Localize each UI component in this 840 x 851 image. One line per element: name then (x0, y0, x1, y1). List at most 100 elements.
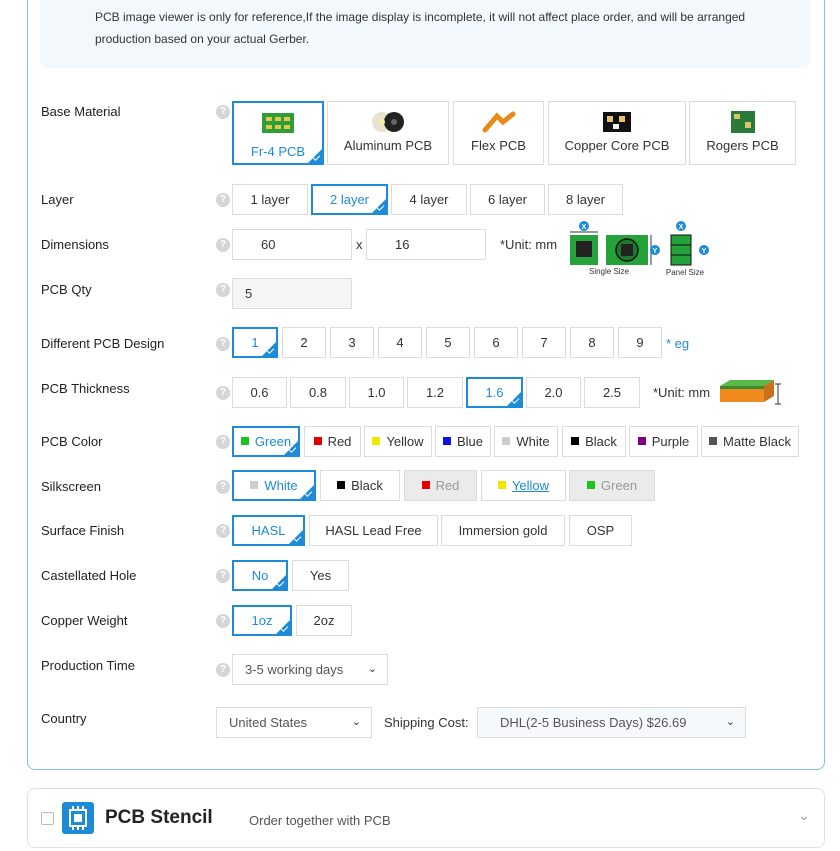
stencil-checkbox[interactable] (41, 812, 54, 825)
thickness-option-1-0[interactable]: 1.0 (349, 377, 404, 408)
castellated-option-yes[interactable]: Yes (292, 560, 349, 591)
layer-option-1[interactable]: 1 layer (232, 184, 308, 215)
color-option-purple[interactable]: Purple (629, 426, 698, 457)
dimension-width-input[interactable]: 60 (232, 229, 352, 260)
color-name: Purple (651, 434, 690, 449)
thickness-option-2-0[interactable]: 2.0 (526, 377, 581, 408)
pcb-qty-input[interactable]: 5 (232, 278, 352, 309)
material-flex-option[interactable]: Flex PCB (453, 101, 544, 165)
thickness-option-1-6[interactable]: 1.6 (466, 377, 523, 408)
different-design-help-icon[interactable]: ? (216, 337, 230, 351)
copper-option-1oz[interactable]: 1oz (232, 605, 292, 636)
blue-swatch (442, 437, 451, 445)
silkscreen-help-icon[interactable]: ? (216, 480, 230, 494)
design-example-link[interactable]: * eg (666, 336, 689, 351)
design-option-3[interactable]: 3 (330, 327, 374, 358)
panel-axis-x-marker: X (679, 224, 684, 231)
green-swatch (586, 481, 595, 489)
finish-option-immersion-gold[interactable]: Immersion gold (441, 515, 565, 546)
material-label: Flex PCB (471, 138, 526, 153)
design-option-5[interactable]: 5 (426, 327, 470, 358)
material-label: Copper Core PCB (564, 138, 670, 153)
notice-line-1: PCB image viewer is only for reference,I… (95, 10, 746, 24)
design-option-6[interactable]: 6 (474, 327, 518, 358)
color-option-yellow[interactable]: Yellow (364, 426, 432, 457)
silkscreen-name: Red (435, 478, 460, 493)
color-option-blue[interactable]: Blue (435, 426, 491, 457)
production-time-value: 3-5 working days (245, 662, 344, 677)
material-fr4-option[interactable]: Fr-4 PCB (232, 101, 324, 165)
stencil-icon (62, 802, 94, 834)
color-option-white[interactable]: White (494, 426, 558, 457)
layer-option-8[interactable]: 8 layer (548, 184, 623, 215)
silkscreen-option-green[interactable]: Green (569, 470, 655, 501)
copper-option-2oz[interactable]: 2oz (296, 605, 352, 636)
thickness-option-1-2[interactable]: 1.2 (407, 377, 463, 408)
thickness-option-0-8[interactable]: 0.8 (290, 377, 346, 408)
color-name: Black (585, 434, 617, 449)
image-viewer-notice: PCB image viewer is only for reference,I… (40, 0, 810, 68)
design-option-8[interactable]: 8 (570, 327, 614, 358)
finish-option-osp[interactable]: OSP (569, 515, 632, 546)
pcb-color-help-icon[interactable]: ? (216, 435, 230, 449)
silkscreen-option-red[interactable]: Red (404, 470, 477, 501)
design-option-2[interactable]: 2 (282, 327, 326, 358)
chevron-down-icon: ⌄ (725, 716, 735, 728)
material-copper-core-option[interactable]: Copper Core PCB (548, 101, 686, 165)
copper-core-board-icon (603, 112, 631, 132)
white-swatch (502, 437, 511, 445)
material-rogers-option[interactable]: Rogers PCB (689, 101, 796, 165)
design-option-4[interactable]: 4 (378, 327, 422, 358)
silkscreen-option-black[interactable]: Black (320, 470, 400, 501)
axis-x-marker: X (582, 224, 587, 231)
color-option-black[interactable]: Black (562, 426, 626, 457)
single-size-caption: Single Size (589, 267, 630, 276)
board-thickness-icon (720, 380, 781, 405)
matte-black-swatch (709, 437, 718, 445)
surface-finish-help-icon[interactable]: ? (216, 524, 230, 538)
color-option-green[interactable]: Green (232, 426, 300, 457)
thickness-unit: *Unit: mm (653, 385, 711, 400)
design-option-7[interactable]: 7 (522, 327, 566, 358)
pcb-qty-label: PCB Qty (41, 282, 92, 297)
layer-option-4[interactable]: 4 layer (391, 184, 467, 215)
pcb-qty-help-icon[interactable]: ? (216, 283, 230, 297)
shipping-method-select[interactable]: DHL(2-5 Business Days) $26.69 ⌄ (477, 707, 746, 738)
chevron-down-icon[interactable]: ⌄ (798, 807, 810, 824)
design-option-9[interactable]: 9 (618, 327, 662, 358)
green-swatch (240, 437, 249, 445)
shipping-cost-label: Shipping Cost: (384, 715, 469, 730)
country-label: Country (41, 711, 87, 726)
color-name: Blue (456, 434, 484, 449)
color-name: Yellow (386, 434, 424, 449)
fr4-board-icon (262, 113, 294, 133)
dimension-height-input[interactable]: 16 (366, 229, 486, 260)
dimension-unit: *Unit: mm (500, 237, 558, 252)
layer-option-2[interactable]: 2 layer (311, 184, 388, 215)
castellated-help-icon[interactable]: ? (216, 569, 230, 583)
material-aluminum-option[interactable]: Aluminum PCB (327, 101, 449, 165)
copper-weight-help-icon[interactable]: ? (216, 614, 230, 628)
base-material-help-icon[interactable]: ? (216, 105, 230, 119)
material-label: Aluminum PCB (343, 138, 433, 153)
color-option-red[interactable]: Red (304, 426, 361, 457)
chevron-down-icon: ⌄ (351, 716, 361, 728)
pcb-stencil-panel[interactable]: PCB Stencil Order together with PCB ⌄ (27, 788, 825, 848)
silkscreen-option-white[interactable]: White (232, 470, 316, 501)
castellated-option-no[interactable]: No (232, 560, 288, 591)
design-option-1[interactable]: 1 (232, 327, 278, 358)
finish-option-hasl-lead-free[interactable]: HASL Lead Free (309, 515, 438, 546)
production-time-select[interactable]: 3-5 working days ⌄ (232, 654, 388, 685)
thickness-option-0-6[interactable]: 0.6 (232, 377, 287, 408)
production-time-help-icon[interactable]: ? (216, 663, 230, 677)
thickness-help-icon[interactable]: ? (216, 386, 230, 400)
dimensions-help-icon[interactable]: ? (216, 238, 230, 252)
silkscreen-option-yellow[interactable]: Yellow (481, 470, 566, 501)
country-select[interactable]: United States ⌄ (216, 707, 372, 738)
thickness-option-2-5[interactable]: 2.5 (584, 377, 640, 408)
layer-help-icon[interactable]: ? (216, 193, 230, 207)
layer-option-6[interactable]: 6 layer (470, 184, 545, 215)
stencil-subtitle: Order together with PCB (249, 813, 391, 828)
finish-option-hasl[interactable]: HASL (232, 515, 305, 546)
color-option-matte-black[interactable]: Matte Black (701, 426, 799, 457)
